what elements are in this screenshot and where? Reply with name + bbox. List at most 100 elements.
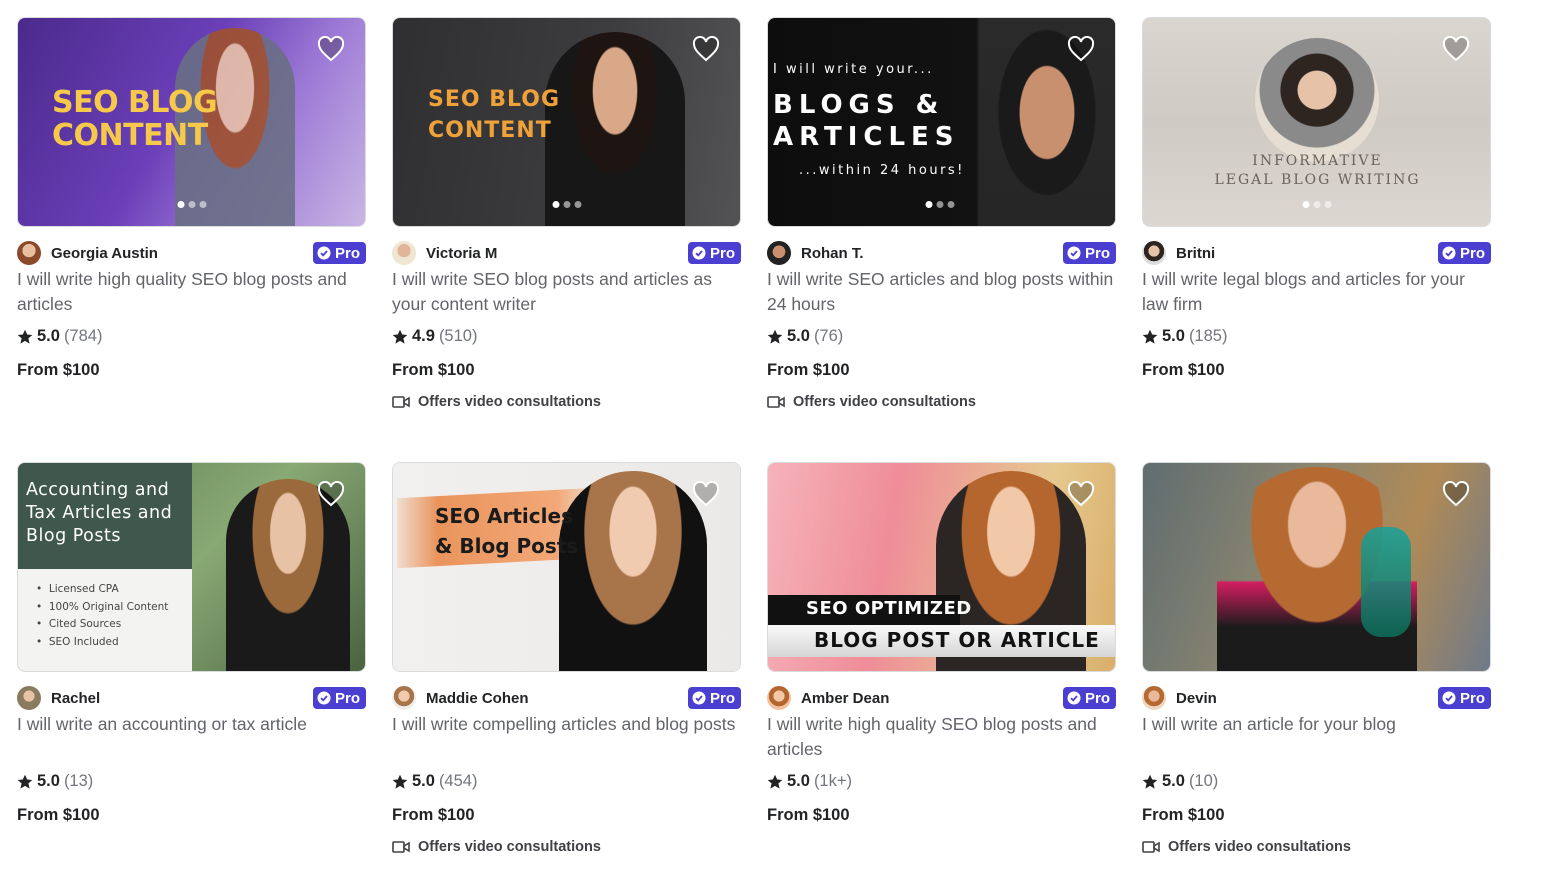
carousel-dot[interactable] <box>1302 201 1309 208</box>
gig-card[interactable]: SEO OPTIMIZED BLOG POST OR ARTICLE Amber… <box>767 462 1116 824</box>
price[interactable]: From $100 <box>392 806 475 825</box>
seller-name[interactable]: Maddie Cohen <box>426 690 529 707</box>
gig-title[interactable]: I will write high quality SEO blog posts… <box>767 712 1116 762</box>
avatar[interactable] <box>392 241 416 265</box>
seller-photo <box>1255 38 1379 162</box>
pro-badge: Pro <box>687 687 741 709</box>
gig-thumbnail[interactable] <box>1142 462 1491 672</box>
price[interactable]: From $100 <box>392 361 475 380</box>
rating-value: 4.9 <box>412 327 435 345</box>
price[interactable]: From $100 <box>1142 806 1225 825</box>
gig-title[interactable]: I will write an accounting or tax articl… <box>17 712 366 737</box>
gig-thumbnail[interactable]: SEO Articles & Blog Posts <box>392 462 741 672</box>
favorite-heart-icon[interactable] <box>1442 481 1470 507</box>
seller-name[interactable]: Rohan T. <box>801 245 864 262</box>
thumb-line: SEO BLOG <box>52 85 218 120</box>
thumb-line: Cited Sources <box>48 618 122 630</box>
thumb-headline: SEO Articles & Blog Posts <box>435 501 578 561</box>
seller-row: Devin Pro <box>1142 686 1491 710</box>
carousel-dot[interactable] <box>925 201 933 208</box>
seller-row: Amber Dean Pro <box>767 686 1116 710</box>
gig-thumbnail[interactable]: SEO BLOG CONTENT <box>392 17 741 227</box>
favorite-heart-icon[interactable] <box>1067 481 1095 507</box>
carousel-dot[interactable] <box>574 201 581 208</box>
seller-name[interactable]: Devin <box>1176 690 1217 707</box>
avatar[interactable] <box>767 686 791 710</box>
pro-label: Pro <box>1084 244 1110 262</box>
thumb-line: Tax Articles and <box>26 503 173 523</box>
pro-badge: Pro <box>312 242 366 264</box>
carousel-dot[interactable] <box>936 201 944 208</box>
seller-name[interactable]: Victoria M <box>426 245 497 262</box>
gig-title[interactable]: I will write high quality SEO blog posts… <box>17 267 366 317</box>
gig-card[interactable]: INFORMATIVE LEGAL BLOG WRITING Britni Pr… <box>1142 17 1491 379</box>
gig-thumbnail[interactable]: SEO OPTIMIZED BLOG POST OR ARTICLE <box>767 462 1116 672</box>
carousel-dots[interactable] <box>925 201 955 208</box>
carousel-dots[interactable] <box>552 201 581 208</box>
gig-title[interactable]: I will write legal blogs and articles fo… <box>1142 267 1491 317</box>
video-consultation: Offers video consultations <box>392 394 601 410</box>
seller-name[interactable]: Britni <box>1176 245 1215 262</box>
carousel-dot[interactable] <box>1313 201 1320 208</box>
gig-title[interactable]: I will write SEO articles and blog posts… <box>767 267 1116 317</box>
price[interactable]: From $100 <box>1142 361 1225 380</box>
seller-name[interactable]: Rachel <box>51 690 100 707</box>
favorite-heart-icon[interactable] <box>1067 36 1095 62</box>
gig-thumbnail[interactable]: INFORMATIVE LEGAL BLOG WRITING <box>1142 17 1491 227</box>
gig-thumbnail[interactable]: Accounting and Tax Articles and Blog Pos… <box>17 462 366 672</box>
review-count: (1k+) <box>813 772 852 790</box>
seller-name[interactable]: Georgia Austin <box>51 245 158 262</box>
carousel-dot[interactable] <box>199 201 206 208</box>
favorite-heart-icon[interactable] <box>317 36 345 62</box>
avatar[interactable] <box>17 241 41 265</box>
carousel-dot[interactable] <box>947 201 955 208</box>
pro-badge: Pro <box>1062 242 1116 264</box>
price[interactable]: From $100 <box>767 806 850 825</box>
carousel-dot[interactable] <box>188 201 195 208</box>
rating: 5.0 (1k+) <box>767 772 852 791</box>
thumb-line: 100% Original Content <box>48 600 169 613</box>
carousel-dot[interactable] <box>552 201 559 208</box>
gig-card[interactable]: Devin Pro I will write an article for yo… <box>1142 462 1491 855</box>
carousel-dots[interactable] <box>177 201 206 208</box>
thumb-line: CONTENT <box>52 118 208 153</box>
favorite-heart-icon[interactable] <box>317 481 345 507</box>
review-count: (185) <box>1188 327 1228 345</box>
favorite-heart-icon[interactable] <box>1442 36 1470 62</box>
carousel-dot[interactable] <box>1324 201 1331 208</box>
thumb-line: Accounting and <box>26 480 170 500</box>
review-count: (784) <box>63 327 103 345</box>
price[interactable]: From $100 <box>17 361 100 380</box>
favorite-heart-icon[interactable] <box>692 36 720 62</box>
verified-icon <box>1067 246 1081 260</box>
avatar[interactable] <box>392 686 416 710</box>
gig-title[interactable]: I will write an article for your blog <box>1142 712 1491 737</box>
thumb-line: INFORMATIVE <box>1252 153 1383 169</box>
avatar[interactable] <box>767 241 791 265</box>
favorite-heart-icon[interactable] <box>692 481 720 507</box>
gig-card[interactable]: SEO BLOG CONTENT Victoria M Pro I will w… <box>392 17 741 410</box>
gig-thumbnail[interactable]: SEO BLOG CONTENT <box>17 17 366 227</box>
thumb-line: ...within 24 hours! <box>799 163 965 178</box>
gig-card[interactable]: I will write your... BLOGS & ARTICLES ..… <box>767 17 1116 410</box>
gig-card[interactable]: SEO BLOG CONTENT Georgia Austin Pro I wi… <box>17 17 366 379</box>
seller-name[interactable]: Amber Dean <box>801 690 889 707</box>
price[interactable]: From $100 <box>17 806 100 825</box>
carousel-dots[interactable] <box>1302 201 1331 208</box>
avatar[interactable] <box>1142 686 1166 710</box>
pro-badge: Pro <box>312 687 366 709</box>
carousel-dot[interactable] <box>177 201 184 208</box>
pro-badge: Pro <box>1437 242 1491 264</box>
gig-thumbnail[interactable]: I will write your... BLOGS & ARTICLES ..… <box>767 17 1116 227</box>
gig-card[interactable]: SEO Articles & Blog Posts Maddie Cohen P… <box>392 462 741 855</box>
seller-row: Victoria M Pro <box>392 241 741 265</box>
price[interactable]: From $100 <box>767 361 850 380</box>
thumb-line: Blog Posts <box>26 526 121 546</box>
carousel-dot[interactable] <box>563 201 570 208</box>
gig-title[interactable]: I will write compelling articles and blo… <box>392 712 741 737</box>
avatar[interactable] <box>1142 241 1166 265</box>
thumb-headline: INFORMATIVE LEGAL BLOG WRITING <box>1143 152 1490 190</box>
avatar[interactable] <box>17 686 41 710</box>
gig-card[interactable]: Accounting and Tax Articles and Blog Pos… <box>17 462 366 824</box>
gig-title[interactable]: I will write SEO blog posts and articles… <box>392 267 741 317</box>
